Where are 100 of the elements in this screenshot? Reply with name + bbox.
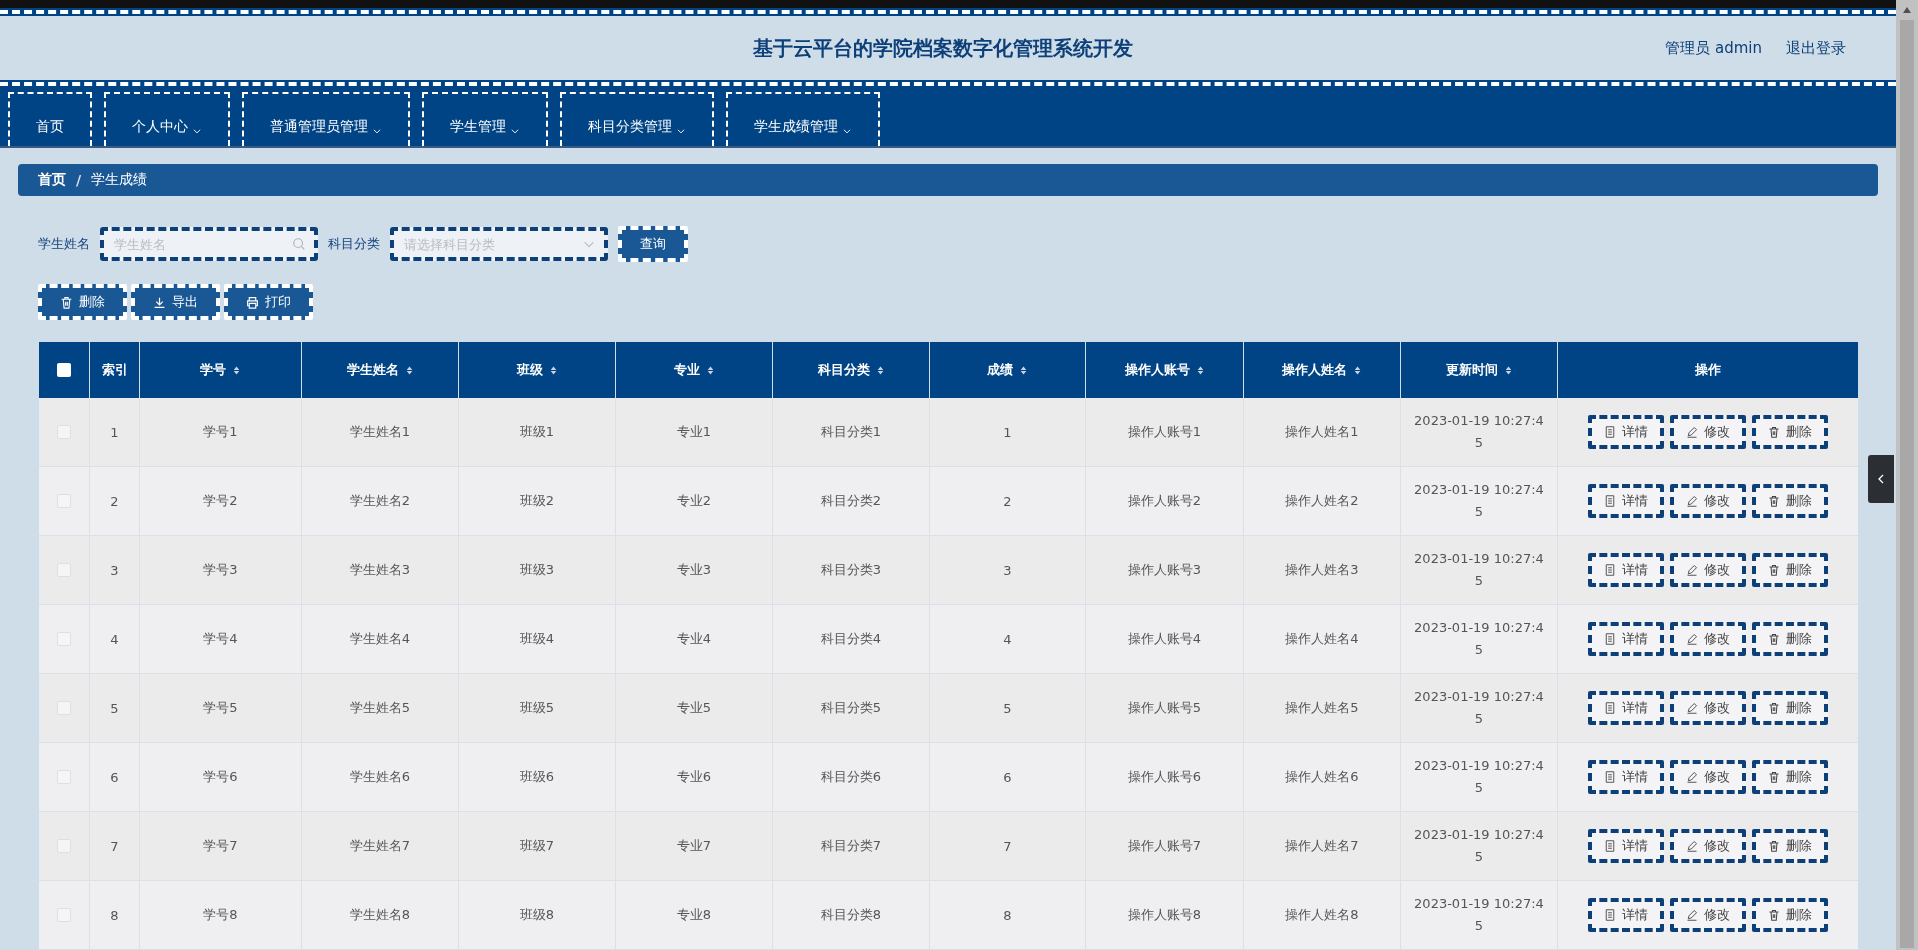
details-button[interactable]: 详情 [1588, 415, 1664, 449]
pencil-icon [1686, 771, 1698, 783]
column-header[interactable]: 学号 [200, 361, 226, 379]
field-label: 科目分类 [328, 235, 380, 253]
details-button[interactable]: 详情 [1588, 553, 1664, 587]
row-checkbox[interactable] [57, 770, 71, 784]
column-header[interactable]: 操作人账号 [1124, 361, 1190, 379]
delete-button[interactable]: 删除 [38, 284, 127, 320]
collapse-handle[interactable] [1868, 455, 1894, 503]
table-cell: 操作人姓名1 [1285, 423, 1359, 441]
table-cell-text: 2023-01-19 10:27:45 [1413, 550, 1545, 590]
table-cell: 专业1 [676, 423, 712, 441]
export-button[interactable]: 导出 [131, 284, 220, 320]
nav-tab[interactable]: 普通管理员管理 [242, 92, 410, 146]
column-header: 索引 [101, 361, 128, 379]
table-cell: 学号7 [203, 837, 238, 855]
table-cell-text: 2023-01-19 10:27:45 [1413, 826, 1545, 866]
details-button[interactable]: 详情 [1588, 829, 1664, 863]
nav-tab[interactable]: 学生管理 [422, 92, 548, 146]
nav-tab[interactable]: 学生成绩管理 [726, 92, 880, 146]
table-cell: 科目分类5 [820, 699, 882, 717]
column-header[interactable]: 专业 [673, 361, 700, 379]
edit-button[interactable]: 修改 [1670, 829, 1746, 863]
arrow-up-icon[interactable] [1902, 6, 1912, 14]
column-header[interactable]: 更新时间 [1445, 361, 1498, 379]
table-cell: 操作人账号3 [1127, 561, 1202, 579]
details-button[interactable]: 详情 [1588, 484, 1664, 518]
table-cell-text: 2023-01-19 10:27:45 [1413, 688, 1545, 728]
trash-icon [1768, 702, 1780, 714]
download-icon [153, 295, 166, 309]
scrollbar[interactable] [1896, 0, 1918, 950]
table-cell: 操作人姓名5 [1285, 699, 1359, 717]
field-label: 学生姓名 [38, 235, 90, 253]
table-cell: 操作人账号1 [1127, 423, 1202, 441]
details-button[interactable]: 详情 [1588, 691, 1664, 725]
caret-icon [372, 126, 382, 136]
table-cell: 科目分类6 [820, 768, 882, 786]
details-button[interactable]: 详情 [1588, 622, 1664, 656]
row-checkbox[interactable] [57, 839, 71, 853]
table-cell: 班级5 [519, 699, 555, 717]
breadcrumb-item[interactable]: 首页 [38, 171, 66, 189]
trash-icon [1768, 840, 1780, 852]
column-header[interactable]: 科目分类 [817, 361, 870, 379]
table-cell: 班级8 [519, 906, 555, 924]
table-cell-text: 2023-01-19 10:27:45 [1413, 757, 1545, 797]
edit-button[interactable]: 修改 [1670, 760, 1746, 794]
column-header[interactable]: 操作人姓名 [1282, 361, 1347, 379]
table-cell: 学号3 [203, 561, 238, 579]
column-header[interactable]: 成绩 [987, 361, 1013, 379]
nav-tab[interactable]: 科目分类管理 [560, 92, 714, 146]
delete-button[interactable]: 删除 [1752, 691, 1828, 725]
delete-button[interactable]: 删除 [1752, 553, 1828, 587]
table-cell: 班级6 [519, 768, 555, 786]
search-button[interactable]: 查询 [618, 226, 688, 262]
table-cell: 6 [1003, 769, 1012, 785]
nav-tab[interactable]: 个人中心 [104, 92, 230, 146]
row-checkbox[interactable] [57, 908, 71, 922]
table-cell: 学生姓名7 [349, 837, 411, 855]
nav-tab[interactable]: 首页 [8, 92, 92, 146]
row-checkbox[interactable] [57, 494, 71, 508]
details-button[interactable]: 详情 [1588, 760, 1664, 794]
table-cell: 专业7 [676, 837, 712, 855]
trash-icon [1768, 909, 1780, 921]
table-cell: 8 [1003, 907, 1012, 923]
row-checkbox[interactable] [57, 563, 71, 577]
delete-button[interactable]: 删除 [1752, 760, 1828, 794]
delete-button[interactable]: 删除 [1752, 484, 1828, 518]
trash-icon [1768, 564, 1780, 576]
table-cell: 班级3 [519, 561, 555, 579]
row-checkbox[interactable] [57, 701, 71, 715]
print-button[interactable]: 打印 [224, 284, 313, 320]
delete-button[interactable]: 删除 [1752, 829, 1828, 863]
select-all-checkbox[interactable] [57, 363, 71, 377]
delete-button[interactable]: 删除 [1752, 622, 1828, 656]
table-cell: 操作人账号6 [1127, 768, 1202, 786]
table-cell: 5 [1003, 700, 1012, 716]
row-checkbox[interactable] [57, 632, 71, 646]
logout-link[interactable]: 退出登录 [1786, 38, 1846, 58]
table-cell: 学生姓名8 [349, 906, 411, 924]
edit-button[interactable]: 修改 [1670, 622, 1746, 656]
table-cell: 操作人姓名6 [1285, 768, 1359, 786]
column-header[interactable]: 班级 [516, 361, 543, 379]
table-cell: 学生姓名2 [349, 492, 411, 510]
edit-button[interactable]: 修改 [1670, 415, 1746, 449]
edit-button[interactable]: 修改 [1670, 898, 1746, 932]
row-checkbox[interactable] [57, 425, 71, 439]
edit-button[interactable]: 修改 [1670, 553, 1746, 587]
details-button[interactable]: 详情 [1588, 898, 1664, 932]
trash-icon [1768, 771, 1780, 783]
edit-button[interactable]: 修改 [1670, 691, 1746, 725]
edit-button[interactable]: 修改 [1670, 484, 1746, 518]
table-cell: 学生姓名1 [349, 423, 411, 441]
trash-icon [1768, 426, 1780, 438]
table-cell: 7 [110, 838, 119, 854]
table-cell: 班级7 [519, 837, 555, 855]
table-cell: 4 [110, 631, 119, 647]
delete-button[interactable]: 删除 [1752, 415, 1828, 449]
delete-button[interactable]: 删除 [1752, 898, 1828, 932]
column-header[interactable]: 学生姓名 [346, 361, 399, 379]
table-cell: 操作人账号7 [1127, 837, 1202, 855]
